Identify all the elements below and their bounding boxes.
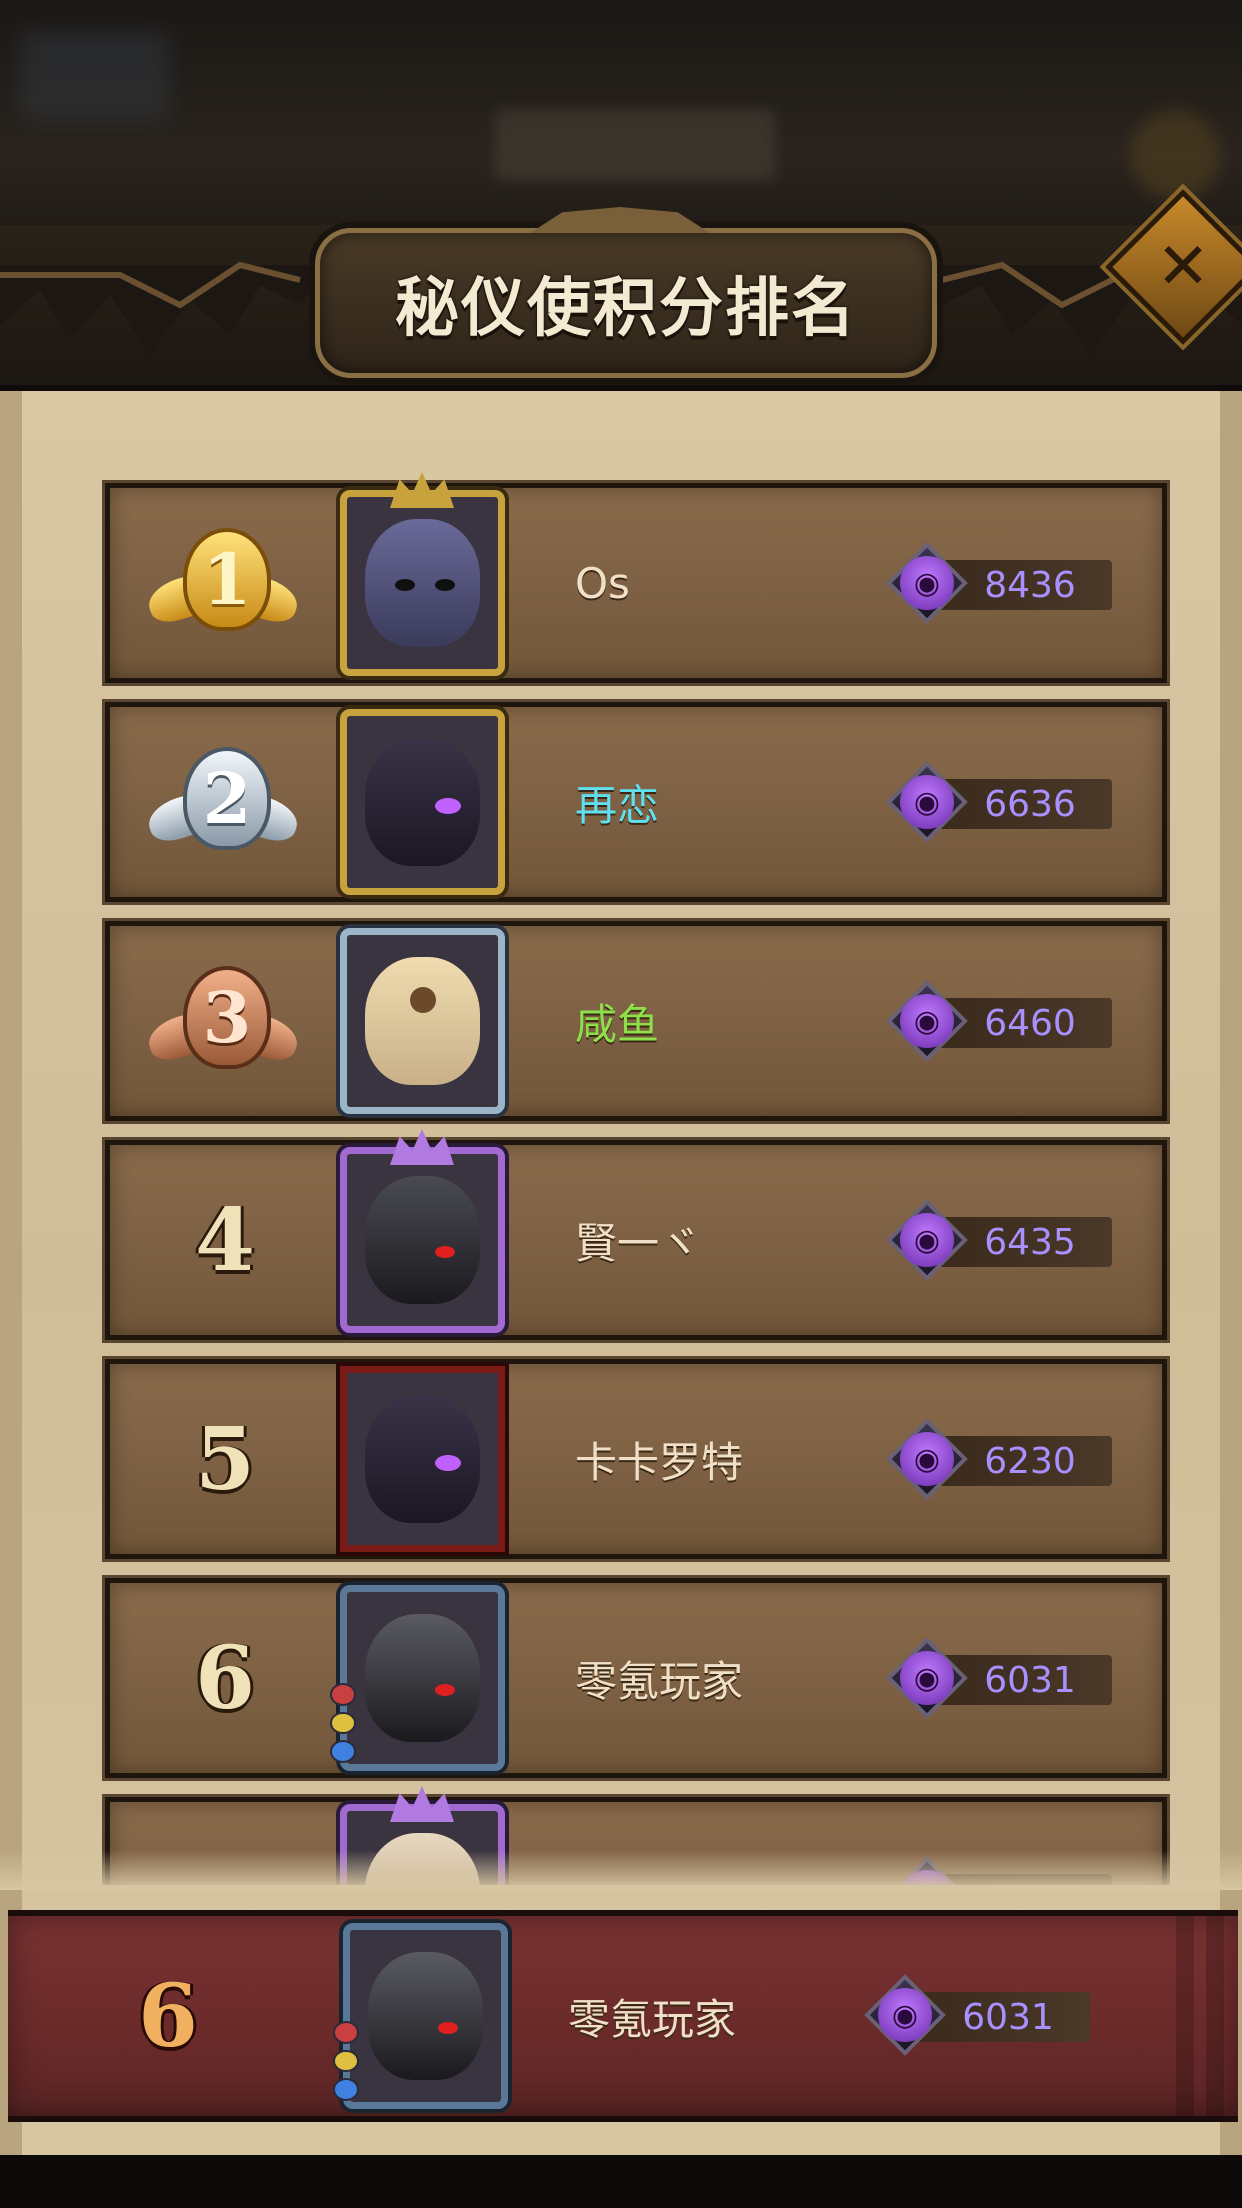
avatar[interactable] [330,916,515,1126]
silver-medal-icon: 2 [143,737,303,867]
score-value: 8436 [984,564,1076,606]
ranking-row: 5 卡卡罗特 ◉ 6230 [105,1359,1167,1559]
purple-eye-gem-icon: ◉ [900,994,954,1048]
purple-eye-gem-icon: ◉ [878,1988,932,2042]
rank-number: 5 [195,1408,255,1510]
purple-eye-gem-icon: ◉ [900,556,954,610]
ranking-row: 1 Os ◉ 8436 [105,472,1167,683]
avatar[interactable] [330,1354,515,1564]
score-display: ◉ 6636 [886,761,1112,843]
gold-medal-icon: 1 [143,518,303,648]
my-player-name: 零氪玩家 [568,1994,737,2044]
purple-eye-gem-icon: ◉ [900,1213,954,1267]
player-name: 咸鱼 [575,999,660,1049]
player-name: 賢一ヾ [575,1218,702,1268]
bronze-medal-icon: 3 [143,956,303,1086]
score-display: ◉ 6031 [886,1637,1112,1719]
my-rank-number: 6 [138,1965,198,2067]
score-display: ◉ 6460 [886,980,1112,1062]
rank-number: 4 [195,1189,255,1291]
player-name: 零氪玩家 [575,1656,744,1706]
avatar[interactable] [330,1573,515,1783]
player-name: Os [575,558,630,608]
avatar[interactable] [330,697,515,907]
my-ranking-bar: 6 零氪玩家 ◉ 6031 [8,1910,1238,2122]
ranking-list[interactable]: 1 Os ◉ 8436 2 再恋 ◉ 6636 3 咸鱼 ◉ 6460 4 賢一… [0,470,1242,1885]
score-value: 6435 [984,1221,1076,1263]
close-icon: ✕ [1156,230,1210,304]
avatar[interactable] [330,472,515,688]
my-score-display: ◉ 6031 [864,1974,1090,2056]
score-value: 6636 [984,783,1076,825]
score-display: ◉ 6435 [886,1199,1112,1281]
rank-number: 6 [195,1627,255,1729]
ranking-row: 2 再恋 ◉ 6636 [105,702,1167,902]
page-title: 秘仪使积分排名 [395,272,857,346]
avatar[interactable] [330,1129,515,1345]
score-display: ◉ 8436 [886,542,1112,624]
title-plate: 秘仪使积分排名 [315,207,937,378]
header-ornament-left [0,261,330,355]
score-display: ◉ 6230 [886,1418,1112,1500]
player-name: 再恋 [575,780,660,830]
score-value: 6230 [984,1440,1076,1482]
score-value: 6031 [984,1659,1076,1701]
purple-eye-gem-icon: ◉ [900,1432,954,1486]
ranking-row: 6 零氪玩家 ◉ 6031 [105,1578,1167,1778]
purple-eye-gem-icon: ◉ [900,1651,954,1705]
player-name: 卡卡罗特 [575,1437,744,1487]
ranking-row: 3 咸鱼 ◉ 6460 [105,921,1167,1121]
my-avatar[interactable] [333,1911,518,2121]
purple-eye-gem-icon: ◉ [900,775,954,829]
score-value: 6460 [984,1002,1076,1044]
my-score-value: 6031 [962,1996,1054,2038]
ranking-row: 4 賢一ヾ ◉ 6435 [105,1129,1167,1340]
